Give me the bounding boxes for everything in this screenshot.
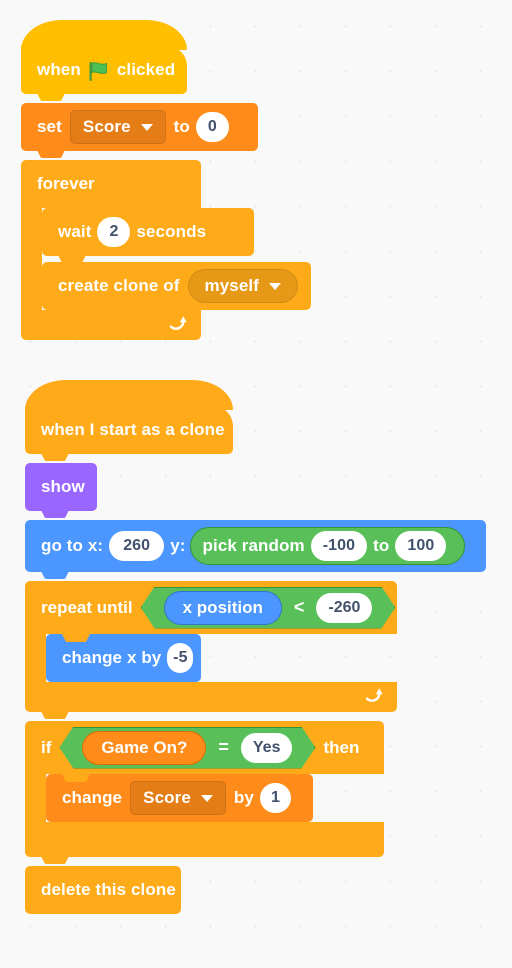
change-variable-input[interactable]: 1 — [259, 783, 291, 813]
block-forever[interactable]: forever wait 2 seconds create clone of m… — [21, 160, 311, 340]
delete-this-clone-label: delete this clone — [41, 880, 176, 899]
block-when-i-start-as-a-clone[interactable]: when I start as a clone — [25, 380, 233, 454]
to-label: to — [173, 117, 190, 136]
if-then-body: change Score by 1 — [25, 774, 486, 822]
change-x-by-input[interactable]: -5 — [167, 643, 194, 673]
operator-symbol: = — [218, 737, 229, 757]
condition-less-than[interactable]: x position < -260 — [141, 587, 396, 629]
script-clone[interactable]: when I start as a clone show go to x: 26… — [25, 380, 486, 914]
if-then-arm — [25, 774, 46, 822]
pick-random-to-input[interactable]: 100 — [395, 531, 447, 561]
pick-random-to-label: to — [373, 536, 390, 555]
blocks-workspace[interactable]: when clicked set Score to 0 forever wait… — [0, 0, 512, 968]
block-repeat-until[interactable]: repeat until x position < -260 change x … — [25, 581, 486, 712]
repeat-until-body: change x by -5 — [25, 634, 486, 682]
if-then-header[interactable]: if Game On? = Yes then — [25, 721, 384, 774]
block-go-to-xy[interactable]: go to x: 260 y: pick random -100 to 100 — [25, 520, 486, 572]
variable-dropdown-score[interactable]: Score — [130, 781, 226, 815]
show-label: show — [41, 477, 85, 496]
reporter-game-on[interactable]: Game On? — [82, 731, 206, 765]
if-label: if — [41, 737, 52, 757]
hat-dome — [21, 20, 187, 50]
forever-header[interactable]: forever — [21, 160, 201, 208]
block-create-clone[interactable]: create clone of myself — [42, 262, 311, 310]
loop-arrow-icon — [165, 314, 187, 336]
clone-target-dropdown[interactable]: myself — [187, 269, 298, 303]
go-to-y-label: y: — [170, 536, 186, 555]
variable-dropdown-label: Score — [143, 788, 191, 807]
wait-seconds-input[interactable]: 2 — [97, 217, 131, 247]
repeat-until-header[interactable]: repeat until x position < -260 — [25, 581, 397, 634]
forever-arm — [21, 208, 42, 310]
change-label: change — [62, 788, 123, 807]
wait-label: wait — [58, 222, 92, 241]
script-green-flag[interactable]: when clicked set Score to 0 forever wait… — [21, 20, 311, 340]
pick-random-label: pick random — [202, 536, 305, 555]
repeat-until-footer — [25, 682, 397, 712]
repeat-until-label: repeat until — [41, 597, 133, 617]
green-flag-icon — [87, 60, 111, 84]
forever-label: forever — [37, 174, 95, 193]
chevron-down-icon — [200, 794, 213, 802]
clicked-label: clicked — [116, 60, 176, 79]
seconds-label: seconds — [136, 222, 207, 241]
block-set-variable[interactable]: set Score to 0 — [21, 103, 258, 151]
chevron-down-icon — [140, 123, 153, 131]
forever-footer — [21, 310, 201, 340]
condition-right-input[interactable]: Yes — [241, 733, 293, 763]
block-if-then[interactable]: if Game On? = Yes then change Score by 1 — [25, 721, 486, 857]
block-pick-random[interactable]: pick random -100 to 100 — [189, 527, 466, 565]
by-label: by — [233, 788, 254, 807]
condition-equals[interactable]: Game On? = Yes — [59, 727, 315, 769]
repeat-until-arm — [25, 634, 46, 682]
chevron-down-icon — [268, 282, 281, 290]
set-label: set — [37, 117, 62, 136]
create-clone-label: create clone of — [58, 276, 180, 295]
loop-arrow-icon — [361, 686, 383, 708]
pick-random-from-input[interactable]: -100 — [310, 531, 368, 561]
if-then-footer — [25, 822, 384, 857]
go-to-x-label: go to x: — [41, 536, 104, 555]
operator-symbol: < — [293, 597, 305, 617]
then-label: then — [323, 737, 360, 757]
go-to-x-input[interactable]: 260 — [109, 531, 165, 561]
forever-slot[interactable]: wait 2 seconds create clone of myself — [42, 208, 311, 310]
change-x-by-label: change x by — [62, 648, 162, 667]
when-clone-label: when I start as a clone — [41, 420, 225, 439]
block-when-flag-clicked[interactable]: when clicked — [21, 20, 187, 94]
set-value-input[interactable]: 0 — [195, 112, 229, 142]
block-show[interactable]: show — [25, 463, 97, 511]
when-label: when — [37, 60, 81, 79]
clone-target-label: myself — [204, 276, 259, 295]
variable-dropdown-label: Score — [82, 117, 131, 136]
hat-dome — [25, 380, 233, 410]
forever-body: wait 2 seconds create clone of myself — [21, 208, 311, 310]
variable-dropdown-score[interactable]: Score — [69, 110, 166, 144]
reporter-x-position[interactable]: x position — [164, 591, 282, 625]
block-delete-this-clone[interactable]: delete this clone — [25, 866, 181, 914]
condition-right-input[interactable]: -260 — [316, 593, 372, 623]
